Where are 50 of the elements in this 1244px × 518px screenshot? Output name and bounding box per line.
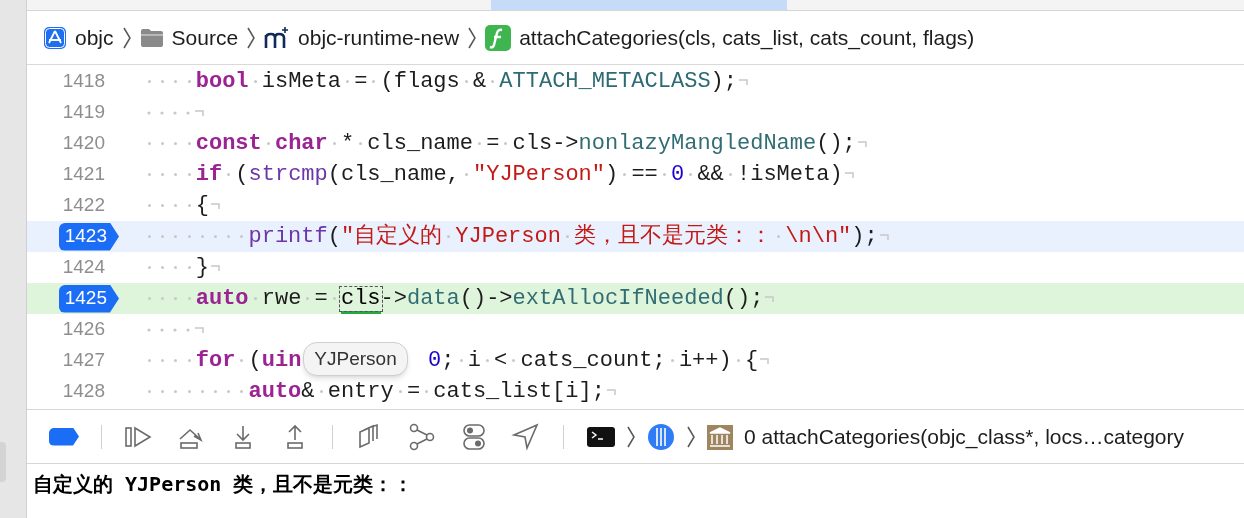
line-number: 1420 xyxy=(62,131,106,156)
bank-icon[interactable] xyxy=(706,422,734,451)
line-number: 1424 xyxy=(62,255,106,280)
code-line: { xyxy=(119,189,221,222)
breakpoints-toggle[interactable] xyxy=(49,427,79,446)
code-line: const char * cls_name = cls->nonlazyMangledName(); xyxy=(119,127,868,160)
m-plus-icon xyxy=(264,25,291,50)
breakpoint-marker[interactable]: 1423 xyxy=(58,222,119,251)
line-number: 1426 xyxy=(62,317,106,342)
chevron-icon xyxy=(246,25,257,50)
code-line: printf("自定义的 YJPerson 类，且不是元类：： \n\n"); xyxy=(119,220,890,253)
graph-icon[interactable] xyxy=(407,422,437,451)
line-number: 1421 xyxy=(62,162,106,187)
line-end-marker-icon xyxy=(210,263,221,272)
breadcrumb-item[interactable]: objc-runtime-new xyxy=(298,21,460,54)
chevron-icon xyxy=(467,25,478,50)
breakpoint-marker[interactable]: 1425 xyxy=(58,284,119,313)
chevron-icon xyxy=(686,424,696,449)
code-line: for (uin YJPerson 0; i < cats_count; i++) { xyxy=(119,344,771,377)
function-icon xyxy=(485,24,512,51)
code-line: if (strcmp(cls_name, "YJPerson") == 0 && !isMeta) xyxy=(119,158,855,191)
line-end-marker-icon xyxy=(739,77,749,86)
chevron-icon xyxy=(121,25,132,50)
breadcrumb-item[interactable]: objc xyxy=(75,21,114,54)
tooltip: YJPerson xyxy=(303,341,408,376)
line-end-marker-icon xyxy=(606,387,617,396)
line-number: 1428 xyxy=(62,379,106,404)
code-line: } xyxy=(119,251,221,284)
line-number: 1418 xyxy=(62,69,106,94)
code-line: bool isMeta = (flags & ATTACH_METACLASS); xyxy=(119,65,749,98)
line-number: 1419 xyxy=(62,100,106,125)
line-number: 1422 xyxy=(62,193,106,218)
code-line: auto rwe = cls->data()->extAllocIfNeeded(); xyxy=(119,282,776,315)
line-end-marker-icon xyxy=(210,201,221,210)
line-end-marker-icon xyxy=(765,294,776,303)
app-store-icon xyxy=(43,25,67,50)
code-line: auto& entry = cats_list[i]; xyxy=(119,375,617,408)
folder-icon xyxy=(139,27,164,48)
stack-frame-label[interactable]: 0 attachCategories(objc_class*, locs…category xyxy=(744,420,1185,453)
chevron-icon xyxy=(626,424,636,449)
console-output: 自定义的 YJPerson 类，且不是元类：： xyxy=(33,472,414,496)
line-end-marker-icon xyxy=(844,170,855,179)
line-number: 1427 xyxy=(62,348,106,373)
line-end-marker-icon xyxy=(857,139,868,148)
location-arrow-icon[interactable] xyxy=(511,422,541,451)
breadcrumb-item[interactable]: attachCategories(cls, cats_list, cats_count, flags) xyxy=(519,21,975,54)
breadcrumb-item[interactable]: Source xyxy=(171,21,239,54)
thread-icon[interactable] xyxy=(646,422,676,451)
line-end-marker-icon xyxy=(879,232,890,241)
line-end-marker-icon xyxy=(760,356,771,365)
